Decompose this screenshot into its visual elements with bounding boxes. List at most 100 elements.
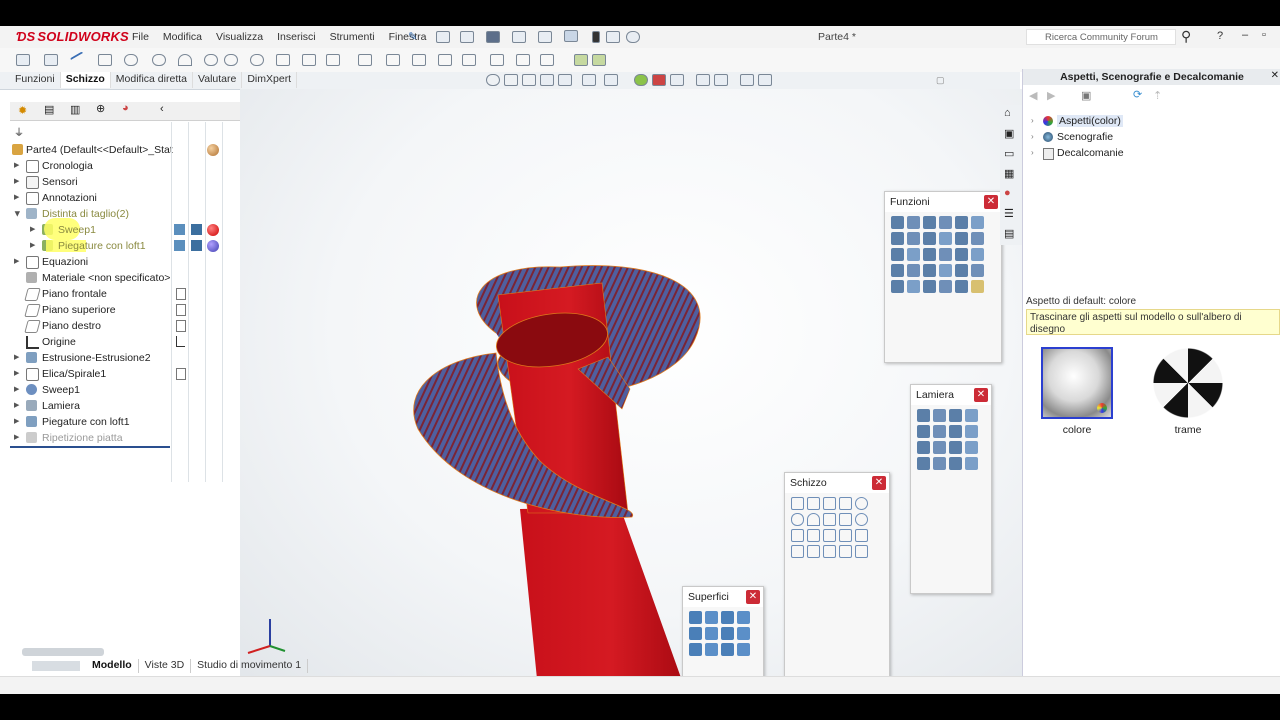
file-explorer-icon[interactable]: ▭: [1004, 147, 1014, 160]
undo-icon[interactable]: [538, 31, 552, 43]
base-flange-icon[interactable]: [917, 409, 930, 422]
rectangle-icon[interactable]: [839, 497, 852, 510]
loft-icon[interactable]: [939, 216, 952, 229]
monitor-icon[interactable]: [758, 74, 772, 86]
sketched-bend-icon[interactable]: [933, 425, 946, 438]
rib-icon[interactable]: [971, 232, 984, 245]
ellipse-icon[interactable]: [855, 513, 868, 526]
pattern-icon[interactable]: [839, 545, 852, 558]
mirror-icon[interactable]: [823, 545, 836, 558]
hole-wizard-icon[interactable]: [923, 248, 936, 261]
restore-icon[interactable]: ▫: [1262, 29, 1266, 41]
design-library-icon[interactable]: ▣: [1004, 127, 1014, 140]
closed-corner-icon[interactable]: [965, 441, 978, 454]
dynamic-annotation-icon[interactable]: [558, 74, 572, 86]
tab-viste-3d[interactable]: Viste 3D: [139, 659, 192, 673]
menu-visualizza[interactable]: Visualizza: [216, 31, 263, 43]
lamiera-palette[interactable]: Lamiera ✕: [910, 384, 992, 594]
rectangle-icon[interactable]: [98, 54, 112, 66]
trim-icon[interactable]: [855, 529, 868, 542]
vent-icon[interactable]: [965, 457, 978, 470]
schizzo-palette[interactable]: Schizzo ✕: [784, 472, 890, 694]
cut-loft-icon[interactable]: [923, 232, 936, 245]
unfold-icon[interactable]: [917, 441, 930, 454]
welded-corner-icon[interactable]: [917, 457, 930, 470]
minimize-icon[interactable]: –: [1242, 29, 1248, 41]
forum-icon[interactable]: ▤: [1004, 227, 1014, 240]
help-icon[interactable]: ?: [1217, 30, 1223, 42]
rollback-bar[interactable]: [10, 446, 170, 448]
boundary-surface-icon[interactable]: [689, 627, 702, 640]
ellipse-icon[interactable]: [250, 54, 264, 66]
tab-schizzo[interactable]: Schizzo: [60, 72, 111, 88]
options-gear-icon[interactable]: [626, 31, 640, 43]
expand-arrow-icon[interactable]: ▶: [30, 238, 35, 254]
previous-view-icon[interactable]: [522, 74, 536, 86]
tab-valutare[interactable]: Valutare: [193, 72, 243, 88]
edge-flange-icon[interactable]: [933, 409, 946, 422]
expand-arrow-icon[interactable]: ▶: [14, 158, 19, 174]
trim-icon[interactable]: [358, 54, 372, 66]
origin-visibility-icon[interactable]: [176, 336, 185, 347]
curves-icon[interactable]: [939, 264, 952, 277]
solidworks-logo[interactable]: ƊS SOLIDWORKS: [16, 29, 129, 44]
lofted-surface-icon[interactable]: [737, 611, 750, 624]
cut-revolve-icon[interactable]: [891, 232, 904, 245]
display-body-icon[interactable]: [174, 240, 185, 251]
expand-arrow-icon[interactable]: ›: [1031, 148, 1034, 157]
scale-icon[interactable]: [955, 280, 968, 293]
pin-icon[interactable]: ✎: [408, 30, 417, 43]
cut-extrude-icon[interactable]: [971, 216, 984, 229]
menu-inserisci[interactable]: Inserisci: [277, 31, 316, 43]
move-face-icon[interactable]: [923, 280, 936, 293]
close-icon[interactable]: ✕: [974, 388, 988, 402]
plane-icon[interactable]: [823, 529, 836, 542]
revolved-surface-icon[interactable]: [705, 611, 718, 624]
quick-snaps-icon[interactable]: [574, 54, 588, 66]
plane-visibility-icon[interactable]: [176, 288, 186, 300]
thicken-icon[interactable]: [971, 280, 984, 293]
back-icon[interactable]: ◀: [1029, 89, 1037, 102]
fold-icon[interactable]: [933, 441, 946, 454]
model-view[interactable]: [240, 89, 1023, 689]
trim-surface-icon[interactable]: [737, 643, 750, 656]
custom-properties-icon[interactable]: ☰: [1004, 207, 1014, 220]
dimxpertmanager-tab-icon[interactable]: ⊕: [96, 102, 105, 115]
break-corner-icon[interactable]: [933, 457, 946, 470]
expand-arrow-icon[interactable]: ▶: [14, 430, 19, 446]
expand-arrow-icon[interactable]: ▶: [30, 222, 35, 238]
plane-visibility-icon[interactable]: [176, 368, 186, 380]
expand-arrow-icon[interactable]: ▶: [14, 190, 19, 206]
fillet-icon[interactable]: [276, 54, 290, 66]
view-settings-icon[interactable]: [696, 74, 710, 86]
fillet-icon[interactable]: [791, 529, 804, 542]
linear-pattern-icon[interactable]: [955, 248, 968, 261]
new-document-icon[interactable]: [436, 31, 450, 43]
fillet-icon[interactable]: [939, 232, 952, 245]
search-input[interactable]: Ricerca Community Forum: [1026, 29, 1176, 45]
reference-geometry-icon[interactable]: [923, 264, 936, 277]
extruded-surface-icon[interactable]: [689, 611, 702, 624]
expand-arrow-icon[interactable]: ▶: [14, 398, 19, 414]
move-icon[interactable]: [855, 545, 868, 558]
plane-icon[interactable]: [302, 54, 316, 66]
cross-break-icon[interactable]: [965, 425, 978, 438]
file-properties-icon[interactable]: [606, 31, 620, 43]
rapid-sketch-icon[interactable]: [592, 54, 606, 66]
collapse-arrow-icon[interactable]: ▶: [9, 211, 25, 216]
arc-icon[interactable]: [807, 513, 820, 526]
plane-visibility-icon[interactable]: [176, 304, 186, 316]
save-icon[interactable]: [486, 31, 500, 43]
flatten-icon[interactable]: [949, 441, 962, 454]
boundary-icon[interactable]: [955, 216, 968, 229]
circle-icon[interactable]: [855, 497, 868, 510]
configurationmanager-tab-icon[interactable]: ▥: [70, 103, 80, 116]
tab-dimxpert[interactable]: DimXpert: [242, 72, 298, 88]
graphics-area[interactable]: ▢: [240, 75, 1023, 689]
apply-scene-icon[interactable]: [670, 74, 684, 86]
print-icon[interactable]: [512, 31, 526, 43]
expand-arrow-icon[interactable]: ▶: [14, 382, 19, 398]
expand-arrow-icon[interactable]: ▶: [14, 350, 19, 366]
offset-surface-icon[interactable]: [737, 627, 750, 640]
spline-icon[interactable]: [224, 54, 238, 66]
